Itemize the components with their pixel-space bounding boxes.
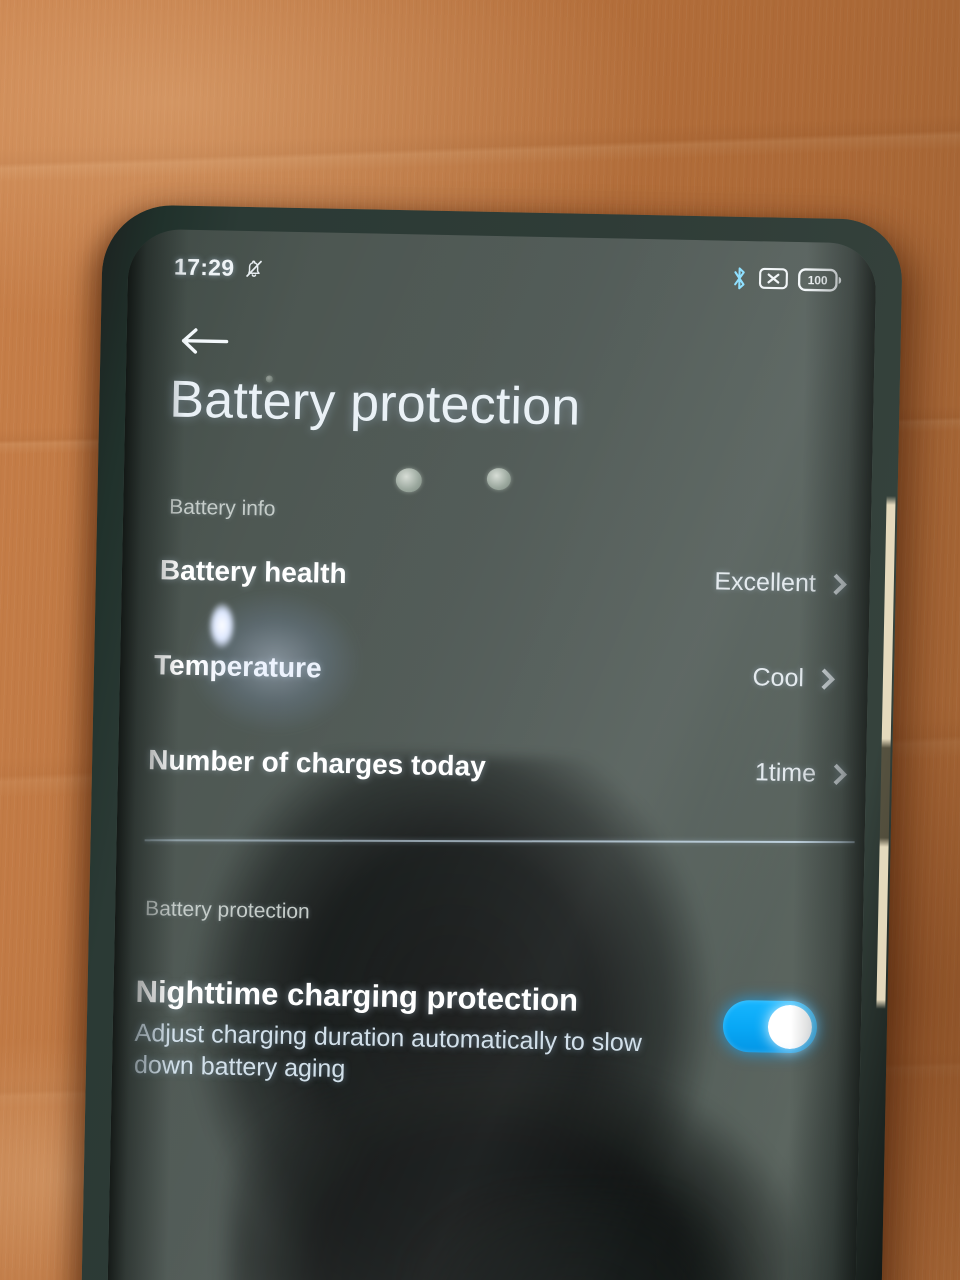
phone-screen: 17:29 100 Battery protection Battery inf…	[106, 228, 877, 1280]
sim-off-icon	[758, 267, 788, 290]
chevron-right-icon	[825, 573, 847, 595]
row-value-text: 1time	[754, 757, 817, 788]
row-value-group: Cool	[752, 662, 836, 694]
page-title: Battery protection	[168, 370, 582, 437]
back-button[interactable]	[178, 316, 239, 367]
row-value-text: Excellent	[714, 566, 817, 597]
status-bar-icons: 100	[730, 265, 842, 292]
row-value-group: Excellent	[714, 566, 847, 599]
section-divider	[144, 839, 855, 844]
list-item-battery-health[interactable]: Battery health Excellent	[159, 554, 847, 600]
row-title: Battery health	[159, 554, 347, 590]
nighttime-charging-protection-toggle[interactable]	[722, 999, 818, 1054]
list-item-temperature[interactable]: Temperature Cool	[153, 649, 836, 695]
battery-icon: 100	[797, 267, 842, 292]
toggle-knob	[767, 1004, 813, 1050]
row-title: Number of charges today	[147, 744, 487, 782]
row-title: Nighttime charging protection	[135, 973, 579, 1018]
row-value-group: 1time	[754, 757, 848, 789]
row-description: Adjust charging duration automatically t…	[133, 1018, 643, 1084]
battery-level-text: 100	[808, 273, 829, 287]
list-item-nighttime-charging-protection[interactable]: Nighttime charging protection Adjust cha…	[134, 974, 844, 1095]
status-bar-clock: 17:29	[173, 253, 235, 281]
row-value-text: Cool	[752, 662, 805, 692]
row-title: Temperature	[153, 649, 322, 684]
bell-slash-icon	[243, 256, 265, 279]
bluetooth-icon	[730, 265, 749, 290]
chevron-right-icon	[825, 763, 848, 785]
section-header-battery-info: Battery info	[169, 495, 276, 521]
section-header-battery-protection: Battery protection	[144, 897, 310, 924]
chevron-right-icon	[813, 668, 836, 690]
arrow-left-icon	[178, 324, 231, 359]
smartphone-device: 17:29 100 Battery protection Battery inf…	[80, 204, 904, 1280]
list-item-number-of-charges-today[interactable]: Number of charges today 1time	[147, 744, 848, 790]
status-bar: 17:29 100	[128, 249, 877, 298]
